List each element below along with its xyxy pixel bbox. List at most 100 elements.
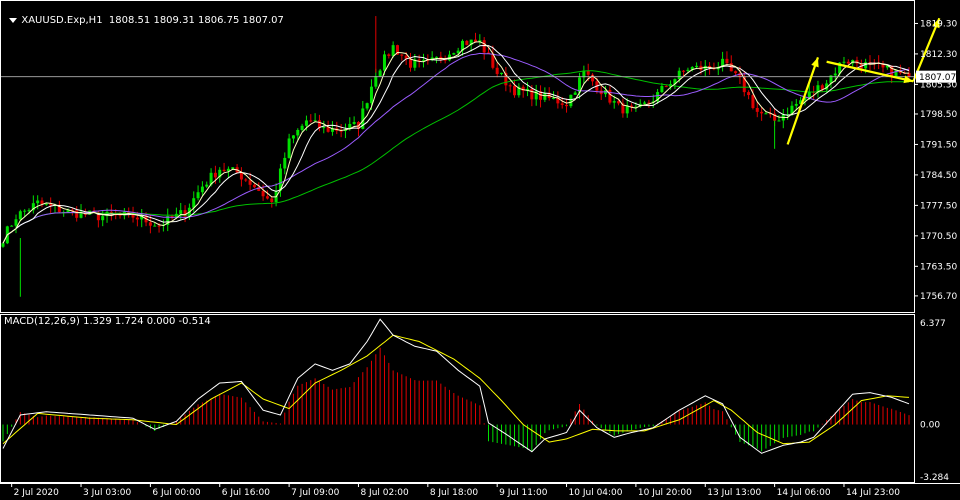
candle-body (27, 210, 31, 212)
ohlc-values: 1808.51 1809.31 1806.75 1807.07 (108, 15, 284, 26)
candle-body (560, 103, 564, 105)
macd-header: MACD(12,26,9) 1.329 1.724 0.000 -0.514 (4, 316, 211, 327)
candle-body (643, 102, 647, 104)
y-tick-label: 1763.50 (920, 262, 957, 272)
candle-body (764, 113, 768, 115)
candle-body (10, 225, 14, 227)
candle-body (309, 120, 313, 122)
candle-body (304, 120, 308, 126)
candle-body (760, 111, 764, 114)
candle-body (612, 101, 616, 103)
candle-body (135, 217, 139, 220)
candle-body (287, 138, 291, 158)
candle-body (833, 73, 837, 76)
candle-body (842, 61, 846, 63)
x-tick-label: 14 Jul 06:00 (777, 488, 831, 498)
y-tick-label: 1819.30 (920, 19, 957, 29)
candle-body (157, 225, 161, 227)
candle-body (573, 92, 577, 95)
candle-body (239, 172, 243, 180)
candle-body (513, 85, 517, 96)
macd-signal-line (2, 334, 910, 445)
candle-body (417, 59, 421, 61)
candle-body (261, 190, 265, 197)
candle-body (313, 120, 317, 122)
x-tick-label: 8 Jul 02:00 (360, 488, 409, 498)
candle-body (322, 127, 326, 129)
y-tick-label: 1784.50 (920, 171, 957, 181)
x-tick-label: 6 Jul 00:00 (152, 488, 201, 498)
candle-body (777, 120, 781, 122)
candle-body (179, 210, 183, 214)
y-tick-label: 1812.30 (920, 50, 957, 60)
macd-y-tick-label: 0.00 (920, 421, 940, 431)
x-tick-label: 2 Jul 2020 (14, 488, 59, 498)
y-tick-label: 1777.50 (920, 201, 957, 211)
x-tick-label: 14 Jul 23:00 (846, 488, 900, 498)
candle-body (23, 210, 27, 212)
candle-body (369, 86, 373, 104)
candle-body (153, 225, 157, 227)
x-tick-label: 3 Jul 03:00 (83, 488, 132, 498)
x-tick-label: 6 Jul 16:00 (222, 488, 271, 498)
candle-body (660, 86, 664, 93)
y-tick-label: 1791.50 (920, 140, 957, 150)
candle-body (794, 103, 798, 106)
candle-body (552, 97, 556, 99)
candle-body (265, 196, 269, 199)
chart-header: XAUUSD.Exp,H1 1808.51 1809.31 1806.75 18… (3, 4, 284, 26)
y-tick-label: 1756.70 (920, 292, 957, 302)
candle-body (807, 91, 811, 98)
candle-body (283, 157, 287, 169)
x-tick-label: 7 Jul 09:00 (291, 488, 340, 498)
candle-body (75, 210, 79, 218)
x-tick-label: 8 Jul 18:00 (430, 488, 479, 498)
y-tick-label: 1770.50 (920, 232, 957, 242)
candle-body (625, 105, 629, 114)
candle-body (400, 54, 404, 56)
symbol-label: XAUUSD.Exp,H1 (21, 15, 103, 26)
arrowhead (811, 57, 819, 68)
candle-body (530, 88, 534, 100)
candle-body (664, 86, 668, 88)
candle-body (300, 125, 304, 130)
candle-body (36, 200, 40, 204)
candle-body (482, 40, 486, 53)
candle-body (846, 61, 850, 64)
price-panel-border (0, 0, 915, 313)
candle-body (378, 70, 382, 77)
candle-body (382, 54, 386, 71)
candle-body (565, 104, 569, 107)
candle-body (434, 56, 438, 58)
candle-body (695, 65, 699, 68)
trading-chart[interactable]: 1807.071819.301812.301805.301798.501791.… (0, 0, 960, 500)
x-tick-label: 10 Jul 04:00 (569, 488, 623, 498)
candle-body (222, 169, 226, 172)
candle-body (252, 184, 256, 188)
candle-body (270, 198, 274, 203)
candle-body (408, 58, 412, 68)
candle-body (391, 45, 395, 56)
candle-body (40, 200, 44, 204)
macd-main-line (2, 318, 910, 454)
x-tick-label: 13 Jul 13:00 (707, 488, 761, 498)
candle-body (231, 167, 235, 169)
candle-body (456, 50, 460, 54)
price-panel (0, 16, 941, 297)
macd-panel-border (0, 314, 915, 483)
candle-body (248, 180, 252, 185)
candle-body (374, 76, 378, 87)
candle-body (44, 203, 48, 205)
candle-body (244, 179, 248, 181)
macd-panel (2, 318, 910, 454)
candle-body (465, 40, 469, 45)
candle-body (508, 85, 512, 87)
y-tick-label: 1805.30 (920, 80, 957, 90)
x-tick-label: 9 Jul 11:00 (499, 488, 548, 498)
candle-body (755, 107, 759, 112)
x-tick-label: 10 Jul 20:00 (638, 488, 692, 498)
candle-body (686, 69, 690, 71)
candle-body (500, 72, 504, 74)
dropdown-arrow-icon[interactable] (9, 17, 18, 23)
candle-body (291, 135, 295, 139)
